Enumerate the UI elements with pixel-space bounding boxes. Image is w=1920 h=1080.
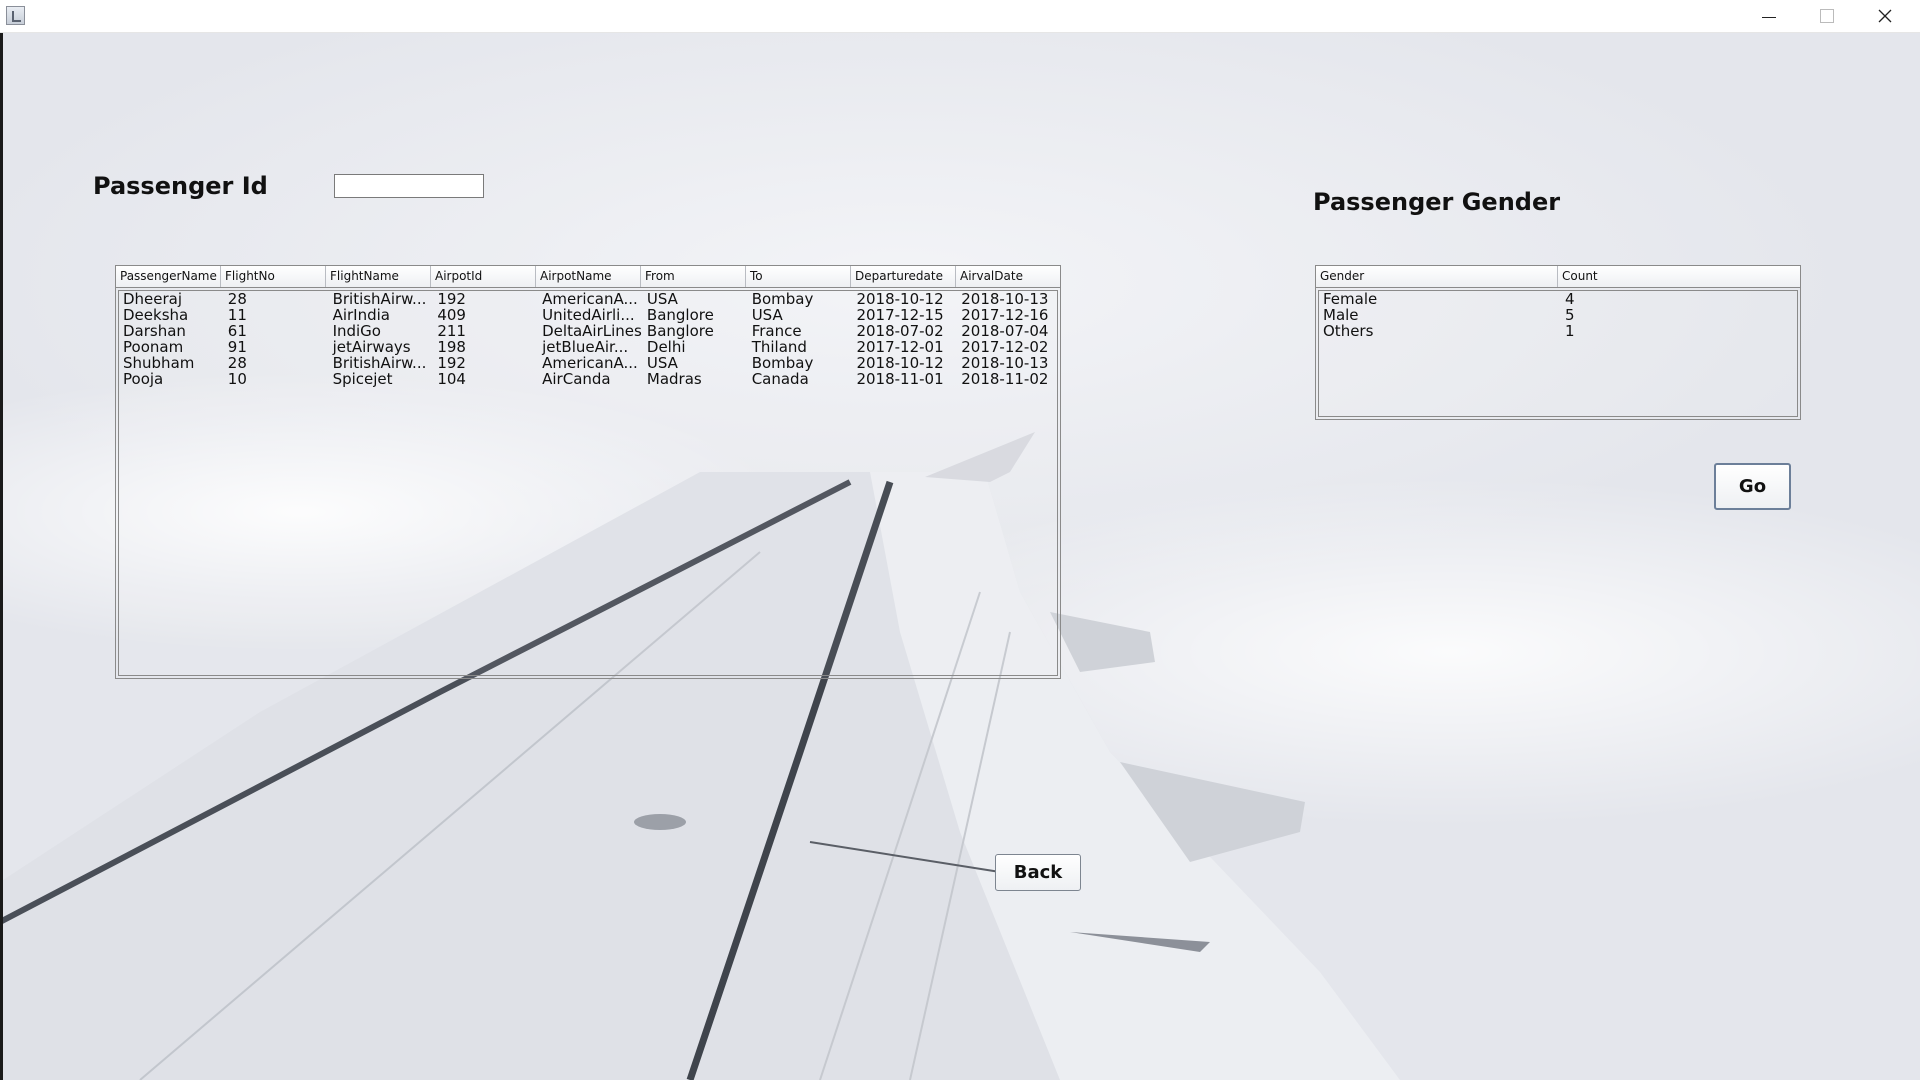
- passenger-gender-label: Passenger Gender: [1313, 188, 1561, 216]
- table-row[interactable]: Poonam 91 jetAirways 198 jetBlueAir... D…: [119, 339, 1057, 355]
- back-button[interactable]: Back: [995, 854, 1081, 891]
- cell: Delhi: [646, 339, 686, 355]
- window-border: [0, 32, 3, 1080]
- cell: Poonam: [123, 339, 184, 355]
- cell: jetAirways: [332, 339, 411, 355]
- cell: Dheeraj: [123, 291, 183, 307]
- cell: 2018-10-12: [856, 355, 944, 371]
- cell: Banglore: [646, 323, 714, 339]
- cell: 2017-12-16: [961, 307, 1049, 323]
- col-header-airvaldate[interactable]: AirvalDate: [956, 266, 1060, 287]
- flights-table-body[interactable]: Dheeraj 28 BritishAirw... 192 AmericanA.…: [118, 290, 1058, 676]
- col-header-gender[interactable]: Gender: [1316, 266, 1558, 287]
- cell: Spicejet: [332, 371, 393, 387]
- col-header-departuredate[interactable]: Departuredate: [851, 266, 956, 287]
- cell: 5: [1565, 307, 1575, 323]
- cell: 2017-12-15: [856, 307, 944, 323]
- cell: 1: [1565, 323, 1575, 339]
- passenger-id-input[interactable]: [334, 174, 484, 198]
- cell: AirIndia: [332, 307, 390, 323]
- close-icon[interactable]: [1856, 0, 1914, 32]
- passenger-id-label: Passenger Id: [93, 172, 268, 200]
- cell: AirCanda: [542, 371, 611, 387]
- cell: BritishAirw...: [332, 355, 427, 371]
- cell: AmericanA...: [542, 355, 638, 371]
- col-header-count[interactable]: Count: [1558, 266, 1800, 287]
- table-row[interactable]: Female 4: [1319, 291, 1797, 307]
- table-row[interactable]: Male 5: [1319, 307, 1797, 323]
- table-row[interactable]: Pooja 10 Spicejet 104 AirCanda Madras Ca…: [119, 371, 1057, 387]
- table-row[interactable]: Darshan 61 IndiGo 211 DeltaAirLines Bang…: [119, 323, 1057, 339]
- cell: Shubham: [123, 355, 195, 371]
- cell: 91: [227, 339, 247, 355]
- col-header-passengername[interactable]: PassengerName: [116, 266, 221, 287]
- cell: AmericanA...: [542, 291, 638, 307]
- col-header-airpotname[interactable]: AirpotName: [536, 266, 641, 287]
- cell: 28: [227, 355, 247, 371]
- table-header: Gender Count: [1316, 266, 1800, 288]
- col-header-to[interactable]: To: [746, 266, 851, 287]
- table-row[interactable]: Deeksha 11 AirIndia 409 UnitedAirli... B…: [119, 307, 1057, 323]
- window-titlebar: [0, 0, 1920, 33]
- table-row[interactable]: Dheeraj 28 BritishAirw... 192 AmericanA.…: [119, 291, 1057, 307]
- java-app-icon: [6, 6, 25, 25]
- cell: 61: [227, 323, 247, 339]
- cell: 2018-10-13: [961, 355, 1049, 371]
- cell: 409: [437, 307, 466, 323]
- cell: Deeksha: [123, 307, 189, 323]
- cell: DeltaAirLines: [542, 323, 642, 339]
- cell: 198: [437, 339, 466, 355]
- cell: 2018-07-02: [856, 323, 944, 339]
- cell: Bombay: [751, 355, 814, 371]
- cell: Canada: [751, 371, 809, 387]
- cell: USA: [646, 355, 678, 371]
- cell: 2017-12-02: [961, 339, 1049, 355]
- cell: 4: [1565, 291, 1575, 307]
- cell: Darshan: [123, 323, 186, 339]
- maximize-icon[interactable]: [1798, 0, 1856, 32]
- cell: Thiland: [751, 339, 807, 355]
- flights-table[interactable]: PassengerName FlightNo FlightName Airpot…: [115, 265, 1061, 679]
- cell: 104: [437, 371, 466, 387]
- cell: Male: [1323, 307, 1359, 323]
- col-header-from[interactable]: From: [641, 266, 746, 287]
- cell: 2018-11-02: [961, 371, 1049, 387]
- cell: 192: [437, 355, 466, 371]
- cell: Pooja: [123, 371, 164, 387]
- cell: Female: [1323, 291, 1378, 307]
- cell: 2018-11-01: [856, 371, 944, 387]
- cell: France: [751, 323, 802, 339]
- cell: UnitedAirli...: [542, 307, 635, 323]
- table-row[interactable]: Others 1: [1319, 323, 1797, 339]
- cell: Madras: [646, 371, 702, 387]
- col-header-flightno[interactable]: FlightNo: [221, 266, 326, 287]
- cell: 2018-10-13: [961, 291, 1049, 307]
- col-header-airpotid[interactable]: AirpotId: [431, 266, 536, 287]
- table-row[interactable]: Shubham 28 BritishAirw... 192 AmericanA.…: [119, 355, 1057, 371]
- cell: Bombay: [751, 291, 814, 307]
- table-header: PassengerName FlightNo FlightName Airpot…: [116, 266, 1060, 288]
- cell: 28: [227, 291, 247, 307]
- cell: 11: [227, 307, 247, 323]
- cell: IndiGo: [332, 323, 381, 339]
- cell: 2018-07-04: [961, 323, 1049, 339]
- cell: BritishAirw...: [332, 291, 427, 307]
- cell: 192: [437, 291, 466, 307]
- cell: Others: [1323, 323, 1374, 339]
- cell: USA: [751, 307, 783, 323]
- gender-count-table[interactable]: Gender Count Female 4 Male 5 Others 1: [1315, 265, 1801, 420]
- cell: 10: [227, 371, 247, 387]
- cell: USA: [646, 291, 678, 307]
- cell: 2018-10-12: [856, 291, 944, 307]
- minimize-icon[interactable]: [1740, 0, 1798, 32]
- col-header-flightname[interactable]: FlightName: [326, 266, 431, 287]
- cell: 2017-12-01: [856, 339, 944, 355]
- gender-table-body[interactable]: Female 4 Male 5 Others 1: [1318, 290, 1798, 417]
- go-button[interactable]: Go: [1714, 463, 1791, 510]
- cell: 211: [437, 323, 466, 339]
- cell: Banglore: [646, 307, 714, 323]
- cell: jetBlueAir...: [542, 339, 629, 355]
